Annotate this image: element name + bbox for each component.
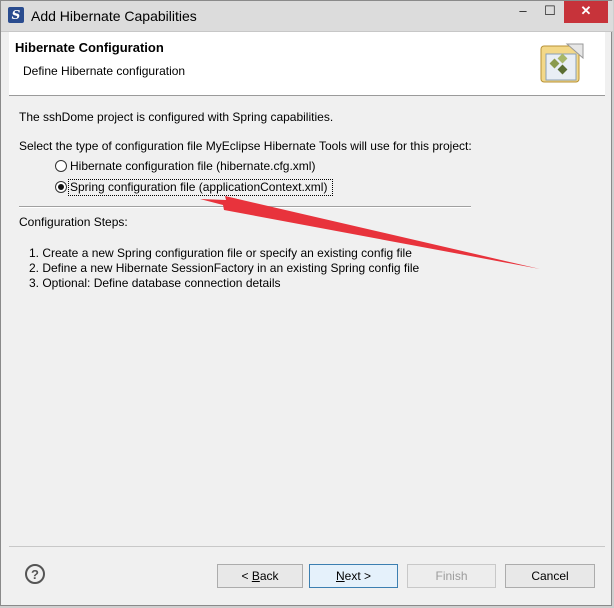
minimize-button[interactable]: – <box>510 1 536 23</box>
hibernate-wizard-icon <box>540 43 584 83</box>
next-button[interactable]: Next > <box>309 564 398 588</box>
step-item: 2. Define a new Hibernate SessionFactory… <box>29 261 420 275</box>
step-item: 1. Create a new Spring configuration fil… <box>29 246 412 260</box>
radio-spring-config[interactable] <box>55 181 67 193</box>
back-button[interactable]: < Back <box>217 564 303 588</box>
page-title: Hibernate Configuration <box>15 40 164 55</box>
window-title: Add Hibernate Capabilities <box>31 8 197 24</box>
back-button-label: < Back <box>241 569 279 583</box>
close-button[interactable]: ✕ <box>564 1 608 23</box>
help-icon[interactable]: ? <box>25 564 45 584</box>
dialog-window: S Add Hibernate Capabilities – ☐ ✕ Hiber… <box>0 0 613 606</box>
maximize-button[interactable]: ☐ <box>537 1 563 23</box>
steps-heading: Configuration Steps: <box>19 215 128 229</box>
finish-button-label: Finish <box>435 569 468 583</box>
radio-hibernate-config[interactable] <box>55 160 67 172</box>
radio-spring-config-label[interactable]: Spring configuration file (applicationCo… <box>70 180 327 194</box>
step-item: 3. Optional: Define database connection … <box>29 276 281 290</box>
page-subtitle: Define Hibernate configuration <box>23 64 186 78</box>
wizard-header: Hibernate Configuration Define Hibernate… <box>9 32 605 96</box>
finish-button[interactable]: Finish <box>407 564 496 588</box>
myeclipse-app-icon: S <box>8 7 24 23</box>
separator <box>19 206 471 208</box>
title-bar[interactable]: S Add Hibernate Capabilities – ☐ ✕ <box>1 1 613 32</box>
wizard-content: The sshDome project is configured with S… <box>9 98 605 543</box>
radio-hibernate-config-label[interactable]: Hibernate configuration file (hibernate.… <box>70 159 315 173</box>
footer-divider <box>9 546 605 547</box>
project-info-text: The sshDome project is configured with S… <box>19 110 334 124</box>
config-type-prompt: Select the type of configuration file My… <box>19 139 472 153</box>
cancel-button-label: Cancel <box>531 569 569 583</box>
next-button-label: Next > <box>335 569 372 583</box>
cancel-button[interactable]: Cancel <box>505 564 595 588</box>
